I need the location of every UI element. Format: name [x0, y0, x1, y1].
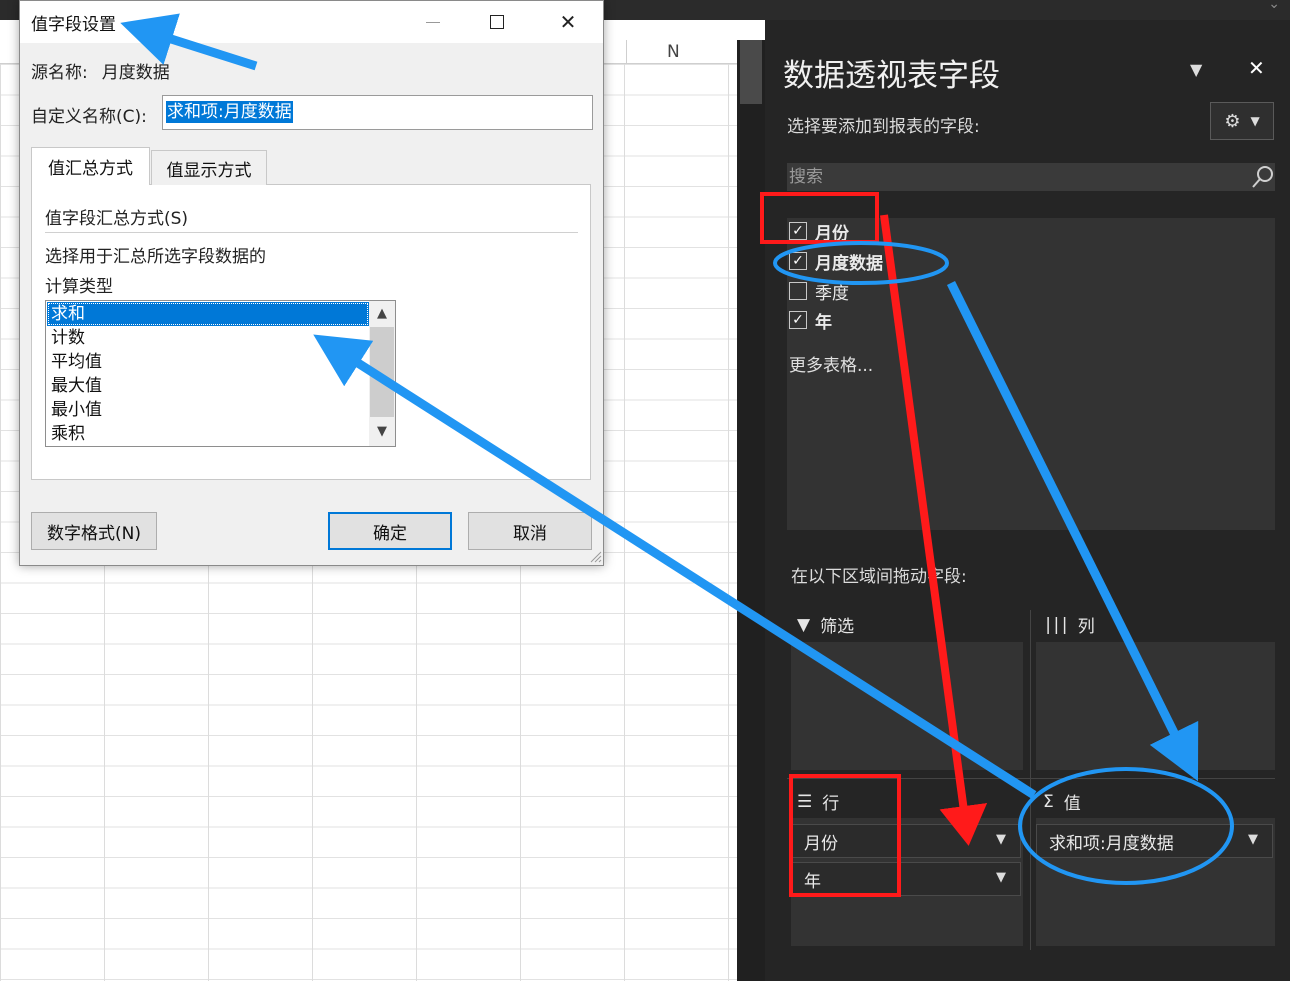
field-label: 年 [815, 312, 832, 333]
pane-options-dropdown-icon[interactable]: ▼ [1190, 60, 1202, 79]
number-format-button[interactable]: 数字格式(N) [31, 512, 157, 550]
field-item-monthly-data[interactable]: ✓ 月度数据 [789, 248, 883, 274]
sheet-vertical-scrollbar[interactable] [737, 40, 765, 981]
values-area-header: Σ 值 [1043, 789, 1081, 815]
field-label: 月份 [815, 223, 849, 244]
custom-name-value: 求和项:月度数据 [166, 101, 293, 123]
checkbox-checked-icon[interactable]: ✓ [789, 311, 807, 329]
sigma-icon: Σ [1043, 791, 1054, 812]
description-line-1: 选择用于汇总所选字段数据的 [45, 247, 266, 267]
section-divider [45, 232, 578, 233]
dialog-title: 值字段设置 [31, 15, 116, 35]
list-item[interactable]: 计数 [47, 326, 369, 350]
more-tables-link[interactable]: 更多表格... [789, 351, 873, 376]
rows-area-header: ☰ 行 [797, 789, 840, 815]
pane-subtitle: 选择要添加到报表的字段: [787, 117, 980, 137]
source-name-label: 源名称: [31, 63, 88, 83]
custom-name-label: 自定义名称(C): [31, 107, 147, 127]
source-name-value: 月度数据 [101, 63, 170, 83]
column-header-n[interactable]: N [667, 42, 680, 62]
checkbox-checked-icon[interactable]: ✓ [789, 252, 807, 270]
chevron-down-icon[interactable]: ▼ [996, 832, 1006, 847]
field-label: 月度数据 [815, 253, 883, 274]
rows-area-label: 行 [822, 794, 840, 814]
checkbox-unchecked-icon[interactable] [789, 282, 807, 300]
chevron-down-icon[interactable]: ▼ [1248, 832, 1258, 847]
pill-label: 月份 [804, 833, 838, 854]
field-label: 季度 [815, 283, 849, 304]
list-item[interactable]: 平均值 [47, 350, 369, 374]
tab-show-values-as[interactable]: 值显示方式 [151, 150, 267, 185]
field-item-quarter[interactable]: 季度 [789, 278, 849, 304]
tab-summarize-by[interactable]: 值汇总方式 [31, 147, 150, 185]
gear-icon: ⚙ [1224, 110, 1241, 132]
drag-instructions: 在以下区域间拖动字段: [791, 567, 967, 587]
checkbox-checked-icon[interactable]: ✓ [789, 222, 807, 240]
description-line-2: 计算类型 [45, 277, 113, 297]
ok-button[interactable]: 确定 [328, 512, 452, 550]
chevron-down-icon: ▼ [1250, 114, 1260, 128]
columns-drop-area[interactable] [1036, 642, 1275, 770]
columns-area-header: ||| 列 [1043, 612, 1095, 638]
scroll-up-icon[interactable]: ▲ [369, 303, 395, 325]
listbox-scroll-thumb[interactable] [370, 327, 394, 417]
filter-area-header: ▼ 筛选 [797, 612, 855, 638]
list-item[interactable]: 最大值 [47, 374, 369, 398]
custom-name-input[interactable]: 求和项:月度数据 [162, 95, 593, 130]
minimize-icon[interactable] [398, 1, 468, 43]
field-item-month[interactable]: ✓ 月份 [789, 218, 849, 244]
columns-area-label: 列 [1077, 617, 1095, 637]
filter-drop-area[interactable] [791, 642, 1023, 770]
rows-item-month[interactable]: 月份 ▼ [791, 824, 1021, 858]
scroll-down-icon[interactable]: ▼ [369, 421, 395, 443]
rows-icon: ☰ [797, 791, 813, 812]
column-separator [626, 40, 627, 64]
resize-grip-icon[interactable] [588, 549, 602, 563]
pill-label: 求和项:月度数据 [1049, 833, 1174, 854]
pane-close-icon[interactable]: ✕ [1248, 56, 1265, 80]
rows-item-year[interactable]: 年 ▼ [791, 862, 1021, 896]
source-name-line: 源名称: 月度数据 [31, 58, 170, 83]
field-search-input[interactable]: 搜索 [787, 163, 1275, 191]
calculation-type-listbox[interactable]: 求和 计数 平均值 最大值 最小值 乘积 [45, 300, 396, 447]
maximize-icon[interactable] [462, 1, 532, 43]
values-item-sum-monthly[interactable]: 求和项:月度数据 ▼ [1036, 824, 1273, 858]
pane-title: 数据透视表字段 [783, 58, 1000, 94]
section-label: 值字段汇总方式(S) [45, 209, 189, 229]
field-item-year[interactable]: ✓ 年 [789, 307, 832, 333]
columns-icon: ||| [1043, 614, 1070, 635]
pill-label: 年 [804, 871, 821, 892]
cancel-button[interactable]: 取消 [468, 512, 592, 550]
list-item[interactable]: 求和 [47, 302, 369, 326]
values-area-label: 值 [1063, 794, 1081, 814]
filter-icon: ▼ [797, 614, 811, 635]
list-item[interactable]: 乘积 [47, 422, 369, 446]
close-icon[interactable]: ✕ [533, 1, 603, 43]
chevron-down-icon[interactable]: ⌄ [1268, 0, 1280, 12]
area-divider [1030, 610, 1031, 950]
filter-area-label: 筛选 [820, 617, 855, 637]
search-icon[interactable] [1250, 164, 1276, 190]
list-item[interactable]: 最小值 [47, 398, 369, 422]
scrollbar-thumb[interactable] [740, 40, 762, 104]
chevron-down-icon[interactable]: ▼ [996, 870, 1006, 885]
area-divider [787, 778, 1275, 779]
field-settings-button[interactable]: ⚙ ▼ [1210, 102, 1274, 140]
